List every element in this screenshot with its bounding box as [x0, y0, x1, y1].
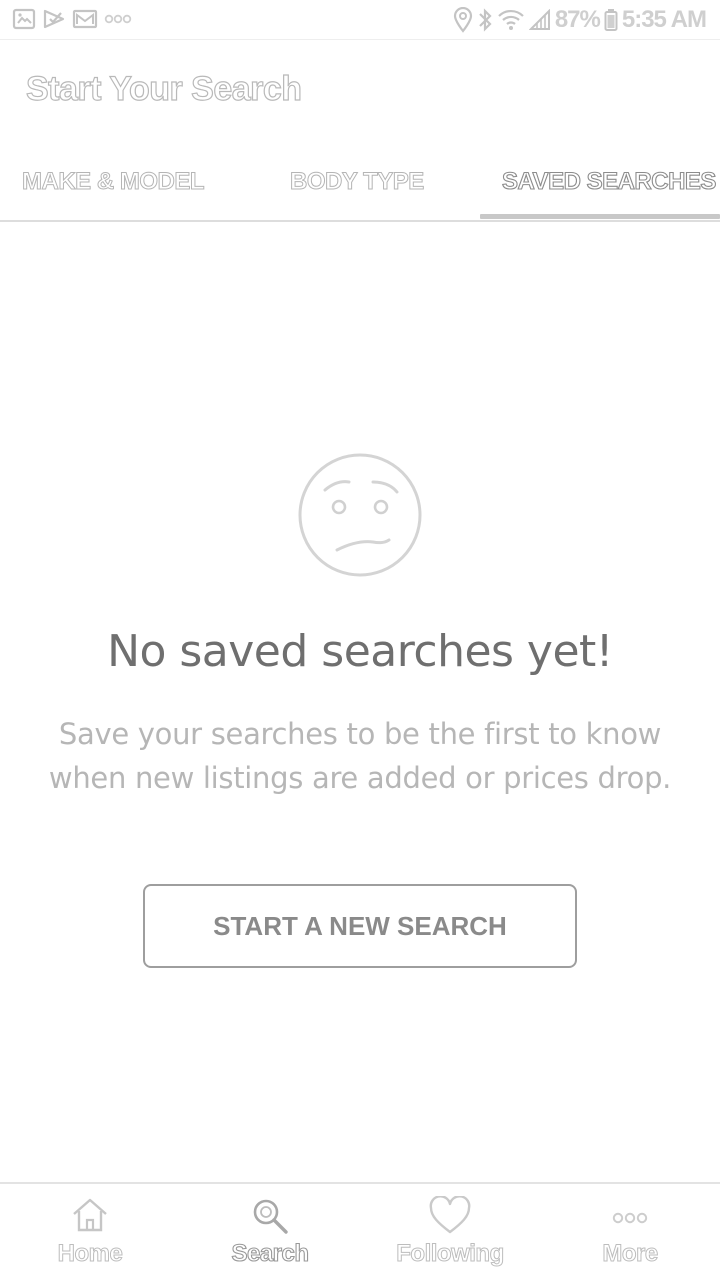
start-new-search-button[interactable]: START A NEW SEARCH: [143, 884, 577, 968]
nav-item-search[interactable]: Search: [180, 1184, 360, 1280]
nav-label-home: Home: [57, 1240, 123, 1268]
bluetooth-icon: [477, 7, 493, 33]
nav-item-following[interactable]: Following: [360, 1184, 540, 1280]
home-icon: [0, 1196, 180, 1236]
nav-label-more: More: [602, 1240, 659, 1268]
signal-icon: [528, 9, 551, 31]
check-icon: [42, 8, 66, 35]
wifi-icon: [497, 8, 525, 32]
bottom-navigation: Home Search Following More: [0, 1182, 720, 1280]
empty-state-title: No saved searches yet!: [107, 626, 613, 677]
nav-label-following: Following: [396, 1240, 505, 1268]
page-title: Start Your Search: [25, 69, 302, 108]
more-dots-icon: [540, 1196, 720, 1236]
confused-face-icon: [297, 452, 423, 583]
status-time: 5:35 AM: [621, 6, 707, 33]
tab-selected-indicator: [480, 214, 720, 219]
tab-body-type[interactable]: BODY TYPE: [290, 168, 425, 196]
app-screen: 87% 5:35 AM Start Your Search MAKE & MOD…: [0, 0, 720, 1280]
empty-state-description: Save your searches to be the first to kn…: [40, 712, 680, 800]
battery-icon: [604, 8, 618, 32]
status-bar: 87% 5:35 AM: [0, 0, 720, 40]
heart-icon: [360, 1196, 540, 1236]
location-icon: [453, 7, 473, 33]
more-dots-icon: [104, 8, 132, 35]
nav-label-search: Search: [231, 1239, 310, 1267]
tab-saved-searches[interactable]: SAVED SEARCHES: [501, 167, 717, 196]
mail-icon: [72, 8, 98, 35]
tab-bar: MAKE & MODEL BODY TYPE SAVED SEARCHES: [0, 150, 720, 222]
empty-state-description-line-2: when new listings are added or prices dr…: [48, 761, 672, 795]
empty-state-description-line-1: Save your searches to be the first to kn…: [58, 717, 662, 751]
tab-make-model[interactable]: MAKE & MODEL: [22, 168, 206, 196]
battery-percent: 87%: [554, 6, 601, 33]
nav-item-home[interactable]: Home: [0, 1184, 180, 1280]
status-right-icons: 87% 5:35 AM: [449, 6, 707, 34]
status-left-icons: [12, 8, 138, 35]
gallery-icon: [12, 8, 36, 35]
start-new-search-label: START A NEW SEARCH: [213, 910, 507, 941]
nav-item-more[interactable]: More: [540, 1184, 720, 1280]
search-icon: [180, 1196, 360, 1236]
